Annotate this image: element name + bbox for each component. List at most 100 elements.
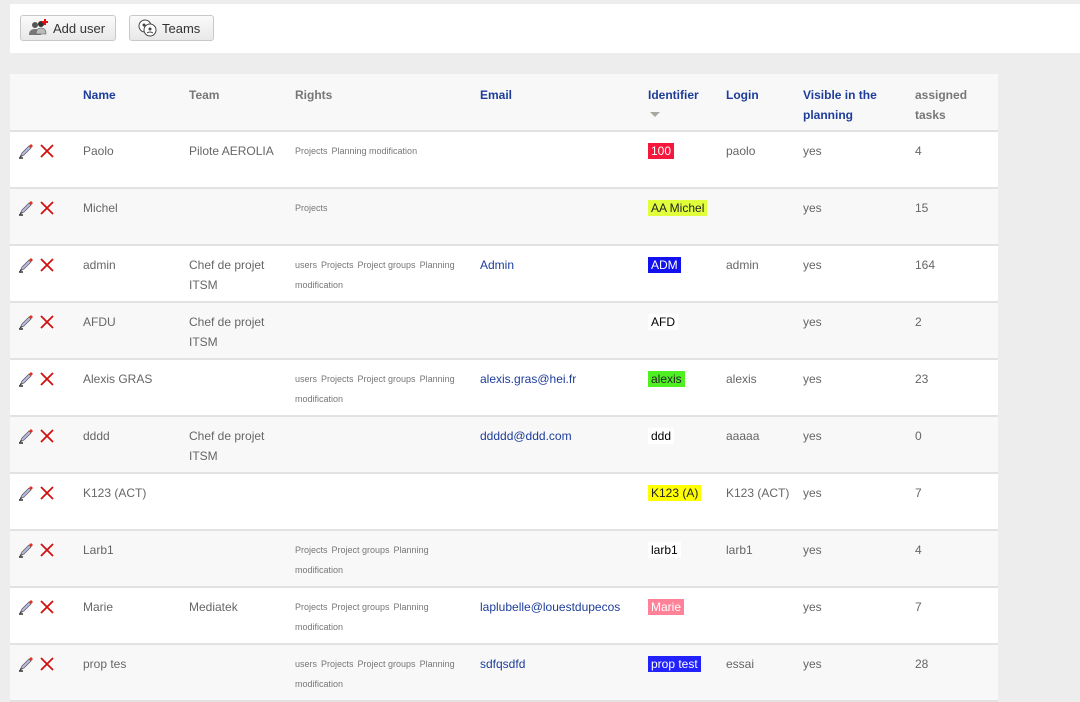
edit-pencil-icon[interactable] xyxy=(18,656,34,672)
login-header[interactable]: Login xyxy=(726,74,803,132)
users-table: Name Team Rights Email Identifier Login … xyxy=(10,74,998,702)
user-visible: yes xyxy=(803,587,915,645)
user-email: Admin xyxy=(480,245,648,303)
user-identifier: AFD xyxy=(648,302,726,360)
table-row: Alexis GRAS users Projects Project groups P… xyxy=(10,359,998,417)
email-header[interactable]: Email xyxy=(480,74,648,132)
edit-pencil-icon[interactable] xyxy=(18,143,34,159)
delete-x-icon[interactable] xyxy=(40,201,54,215)
identifier-badge: Marie xyxy=(648,599,685,615)
user-rights: Projects xyxy=(295,188,480,246)
delete-x-icon[interactable] xyxy=(40,543,54,557)
right-tag: Project groups xyxy=(357,260,416,270)
right-tag: users xyxy=(295,659,318,669)
user-team xyxy=(189,473,295,531)
user-tasks: 2 xyxy=(915,302,998,360)
user-tasks: 28 xyxy=(915,644,998,702)
identifier-badge: AA Michel xyxy=(648,200,708,216)
user-team: Chef de projet ITSM xyxy=(189,416,295,474)
delete-x-icon[interactable] xyxy=(40,144,54,158)
user-login xyxy=(726,302,803,360)
right-tag: Projects xyxy=(295,146,328,156)
right-tag: Projects xyxy=(321,659,354,669)
team-header: Team xyxy=(189,74,295,132)
user-identifier: AA Michel xyxy=(648,188,726,246)
right-tag: Projects xyxy=(295,545,328,555)
email-link[interactable]: ddddd@ddd.com xyxy=(480,429,572,443)
user-rights xyxy=(295,473,480,531)
user-login: paolo xyxy=(726,131,803,189)
user-name: dddd xyxy=(83,416,189,474)
row-actions xyxy=(10,131,83,189)
user-rights: Projects Planning modification xyxy=(295,131,480,189)
user-tasks: 23 xyxy=(915,359,998,417)
user-team: Chef de projet ITSM xyxy=(189,302,295,360)
edit-pencil-icon[interactable] xyxy=(18,599,34,615)
delete-x-icon[interactable] xyxy=(40,372,54,386)
identifier-badge: ADM xyxy=(648,257,681,273)
user-visible: yes xyxy=(803,473,915,531)
identifier-header[interactable]: Identifier xyxy=(648,74,726,132)
user-visible: yes xyxy=(803,359,915,417)
add-user-button[interactable]: Add user xyxy=(20,15,116,41)
table-row: AFDU Chef de projet ITSM AFD yes 2 xyxy=(10,302,998,360)
right-tag: Project groups xyxy=(357,374,416,384)
user-login: larb1 xyxy=(726,530,803,588)
email-link[interactable]: Admin xyxy=(480,258,514,272)
delete-x-icon[interactable] xyxy=(40,600,54,614)
edit-pencil-icon[interactable] xyxy=(18,542,34,558)
email-link[interactable]: sdfqsdfd xyxy=(480,657,525,671)
email-link[interactable]: alexis.gras@hei.fr xyxy=(480,372,576,386)
user-tasks: 4 xyxy=(915,131,998,189)
user-email xyxy=(480,302,648,360)
user-rights xyxy=(295,302,480,360)
user-name: Marie xyxy=(83,587,189,645)
user-tasks: 4 xyxy=(915,530,998,588)
user-team xyxy=(189,359,295,417)
rights-header: Rights xyxy=(295,74,480,132)
user-name: K123 (ACT) xyxy=(83,473,189,531)
edit-pencil-icon[interactable] xyxy=(18,428,34,444)
edit-pencil-icon[interactable] xyxy=(18,257,34,273)
email-link[interactable]: laplubelle@louestdupecos xyxy=(480,600,620,614)
user-email: alexis.gras@hei.fr xyxy=(480,359,648,417)
delete-x-icon[interactable] xyxy=(40,429,54,443)
delete-x-icon[interactable] xyxy=(40,486,54,500)
table-row: Marie Mediatek Projects Project groups Pla… xyxy=(10,587,998,645)
identifier-badge: alexis xyxy=(648,371,685,387)
edit-pencil-icon[interactable] xyxy=(18,485,34,501)
user-login: aaaaa xyxy=(726,416,803,474)
user-tasks: 7 xyxy=(915,587,998,645)
row-actions xyxy=(10,302,83,360)
user-name: Paolo xyxy=(83,131,189,189)
edit-pencil-icon[interactable] xyxy=(18,200,34,216)
delete-x-icon[interactable] xyxy=(40,657,54,671)
actions-header xyxy=(10,74,83,132)
user-visible: yes xyxy=(803,302,915,360)
user-name: prop tes xyxy=(83,644,189,702)
delete-x-icon[interactable] xyxy=(40,258,54,272)
toolbar: Add user Teams xyxy=(10,4,1080,53)
delete-x-icon[interactable] xyxy=(40,315,54,329)
edit-pencil-icon[interactable] xyxy=(18,314,34,330)
user-team: Chef de projet ITSM xyxy=(189,245,295,303)
right-tag: Projects xyxy=(295,203,328,213)
user-team: Pilote AEROLIA xyxy=(189,131,295,189)
row-actions xyxy=(10,245,83,303)
row-actions xyxy=(10,644,83,702)
user-tasks: 0 xyxy=(915,416,998,474)
identifier-badge: prop test xyxy=(648,656,701,672)
user-name: Michel xyxy=(83,188,189,246)
visible-header[interactable]: Visible in the planning xyxy=(803,74,915,132)
user-rights: users Projects Project groups Planning modi… xyxy=(295,245,480,303)
name-header[interactable]: Name xyxy=(83,74,189,132)
teams-button[interactable]: Teams xyxy=(129,15,214,41)
edit-pencil-icon[interactable] xyxy=(18,371,34,387)
add-user-icon xyxy=(27,18,51,38)
user-rights: users Projects Project groups Planning modi… xyxy=(295,359,480,417)
user-visible: yes xyxy=(803,644,915,702)
table-row: Paolo Pilote AEROLIA Projects Planning mo… xyxy=(10,131,998,189)
user-rights xyxy=(295,416,480,474)
user-email: laplubelle@louestdupecos xyxy=(480,587,648,645)
right-tag: Projects xyxy=(321,374,354,384)
